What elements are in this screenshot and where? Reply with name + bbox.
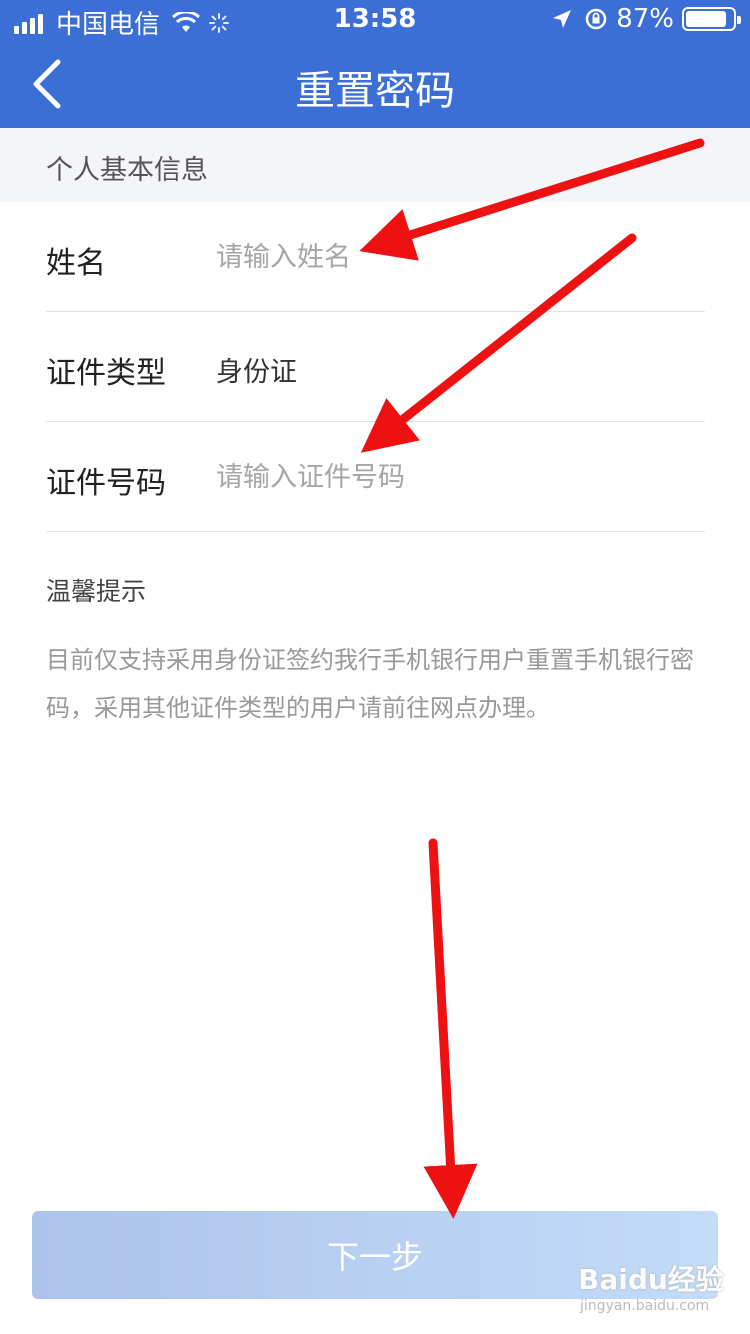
page-title: 重置密码	[295, 68, 455, 114]
id-number-input[interactable]	[216, 452, 676, 502]
section-title: 个人基本信息	[46, 155, 208, 186]
battery-icon	[682, 7, 741, 31]
tips-title: 温馨提示	[46, 577, 147, 606]
name-input[interactable]	[216, 232, 676, 282]
watermark-url: jingyan.baidu.com	[580, 1298, 710, 1314]
name-label: 姓名	[46, 246, 106, 281]
id-type-label: 证件类型	[46, 356, 166, 391]
id-type-value[interactable]: 身份证	[216, 350, 297, 389]
status-bar: 中国电信 13:58 87%	[0, 0, 750, 40]
watermark-brand: Baidu经验	[578, 1263, 724, 1296]
id-number-label: 证件号码	[46, 466, 166, 501]
section-header: 个人基本信息	[0, 128, 750, 202]
id-type-row[interactable]: 证件类型 身份证	[46, 312, 705, 422]
id-number-row: 证件号码	[46, 422, 705, 532]
name-row: 姓名	[46, 202, 705, 312]
rotation-lock-icon	[585, 8, 607, 30]
baidu-jingyan-watermark: Baidu经验 jingyan.baidu.com	[578, 1254, 738, 1324]
tips-body: 目前仅支持采用身份证签约我行手机银行用户重置手机银行密码，采用其他证件类型的用户…	[46, 646, 694, 722]
app-header: 中国电信 13:58 87% 重置密码	[0, 0, 750, 128]
location-arrow-icon	[553, 10, 572, 28]
battery-percent: 87%	[616, 4, 674, 34]
annotation-arrow-next	[423, 838, 478, 1219]
